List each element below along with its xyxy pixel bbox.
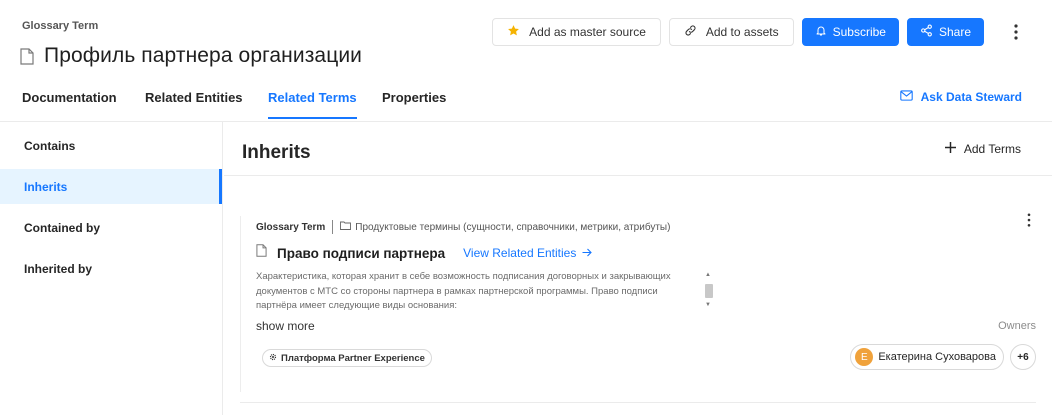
owner-chip[interactable]: E Екатерина Суховарова [850, 344, 1004, 370]
main-content: Inherits Add Terms Glossary Term Продукт… [224, 122, 1052, 415]
view-related-entities-link[interactable]: View Related Entities [463, 246, 593, 260]
add-terms-label: Add Terms [963, 142, 1021, 156]
view-related-entities-label: View Related Entities [463, 246, 577, 260]
term-name-link[interactable]: Право подписи партнера [277, 246, 445, 261]
term-card: Glossary Term Продуктовые термины (сущно… [240, 206, 1036, 403]
section-divider [224, 175, 1052, 176]
domain-tag-label: Платформа Partner Experience [281, 352, 425, 364]
card-more-options-icon[interactable] [1022, 210, 1036, 230]
ask-data-steward-label: Ask Data Steward [920, 90, 1022, 104]
term-title-row: Право подписи партнера View Related Enti… [256, 244, 593, 262]
more-options-icon[interactable] [1006, 18, 1026, 46]
document-icon [256, 244, 267, 262]
add-to-assets-label: Add to assets [705, 25, 779, 39]
owner-name: Екатерина Суховарова [878, 351, 996, 363]
sidebar-item-contained-by[interactable]: Contained by [0, 210, 222, 245]
page-title-row: Профиль партнера организации [20, 44, 362, 68]
entity-type-label: Glossary Term [22, 20, 99, 32]
scroll-down-icon[interactable]: ▼ [705, 302, 711, 308]
tab-properties[interactable]: Properties [382, 90, 446, 117]
sidebar-item-contains[interactable]: Contains [0, 128, 222, 163]
add-to-assets-button[interactable]: Add to assets [668, 18, 794, 46]
sidebar-item-inherits[interactable]: Inherits [0, 169, 222, 204]
sidebar-item-inherited-by[interactable]: Inherited by [0, 251, 222, 286]
arrow-right-icon [582, 246, 593, 260]
tab-related-terms[interactable]: Related Terms [268, 90, 357, 119]
card-entity-type: Glossary Term [256, 221, 326, 233]
share-icon [920, 24, 933, 40]
star-icon [507, 24, 520, 40]
scrollbar-thumb[interactable] [705, 284, 713, 298]
folder-icon [340, 221, 352, 233]
description-scrollbar[interactable]: ▲ ▼ [702, 270, 716, 314]
add-master-source-button[interactable]: Add as master source [492, 18, 661, 46]
page-title: Профиль партнера организации [44, 44, 363, 67]
header-actions: Add as master source Add to assets Subsc… [492, 18, 1026, 46]
domain-tag[interactable]: Платформа Partner Experience [262, 349, 432, 367]
avatar: E [855, 348, 874, 366]
document-icon [20, 47, 34, 65]
description-box[interactable]: Характеристика, которая хранит в себе во… [256, 270, 716, 314]
more-owners-badge[interactable]: +6 [1010, 344, 1036, 370]
owners-label: Owners [998, 320, 1036, 332]
show-more-link[interactable]: show more [256, 319, 315, 333]
share-button[interactable]: Share [906, 18, 984, 46]
ask-data-steward-button[interactable]: Ask Data Steward [899, 90, 1022, 104]
subscribe-button[interactable]: Subscribe [801, 18, 899, 46]
link-icon [684, 24, 697, 40]
tab-documentation[interactable]: Documentation [22, 90, 117, 117]
section-title: Inherits [242, 142, 311, 163]
scroll-up-icon[interactable]: ▲ [705, 272, 711, 278]
breadcrumb: Glossary Term Продуктовые термины (сущно… [256, 220, 670, 234]
gear-icon [269, 353, 277, 364]
term-description: Характеристика, которая хранит в себе во… [256, 271, 671, 311]
card-border [240, 216, 241, 392]
breadcrumb-separator [332, 220, 334, 234]
share-label: Share [938, 25, 971, 39]
glossary-path[interactable]: Продуктовые термины (сущности, справочни… [355, 222, 670, 233]
add-terms-button[interactable]: Add Terms [944, 142, 1021, 156]
owners-list: E Екатерина Суховарова +6 [850, 344, 1036, 370]
plus-icon [944, 142, 956, 156]
tab-bar: Documentation Related Entities Related T… [0, 82, 1052, 122]
bell-icon [815, 24, 827, 40]
mail-icon [899, 90, 913, 104]
relation-sidebar: Contains Inherits Contained by Inherited… [0, 122, 223, 415]
subscribe-label: Subscribe [832, 25, 886, 39]
add-master-source-label: Add as master source [529, 25, 646, 39]
tab-related-entities[interactable]: Related Entities [145, 90, 243, 117]
